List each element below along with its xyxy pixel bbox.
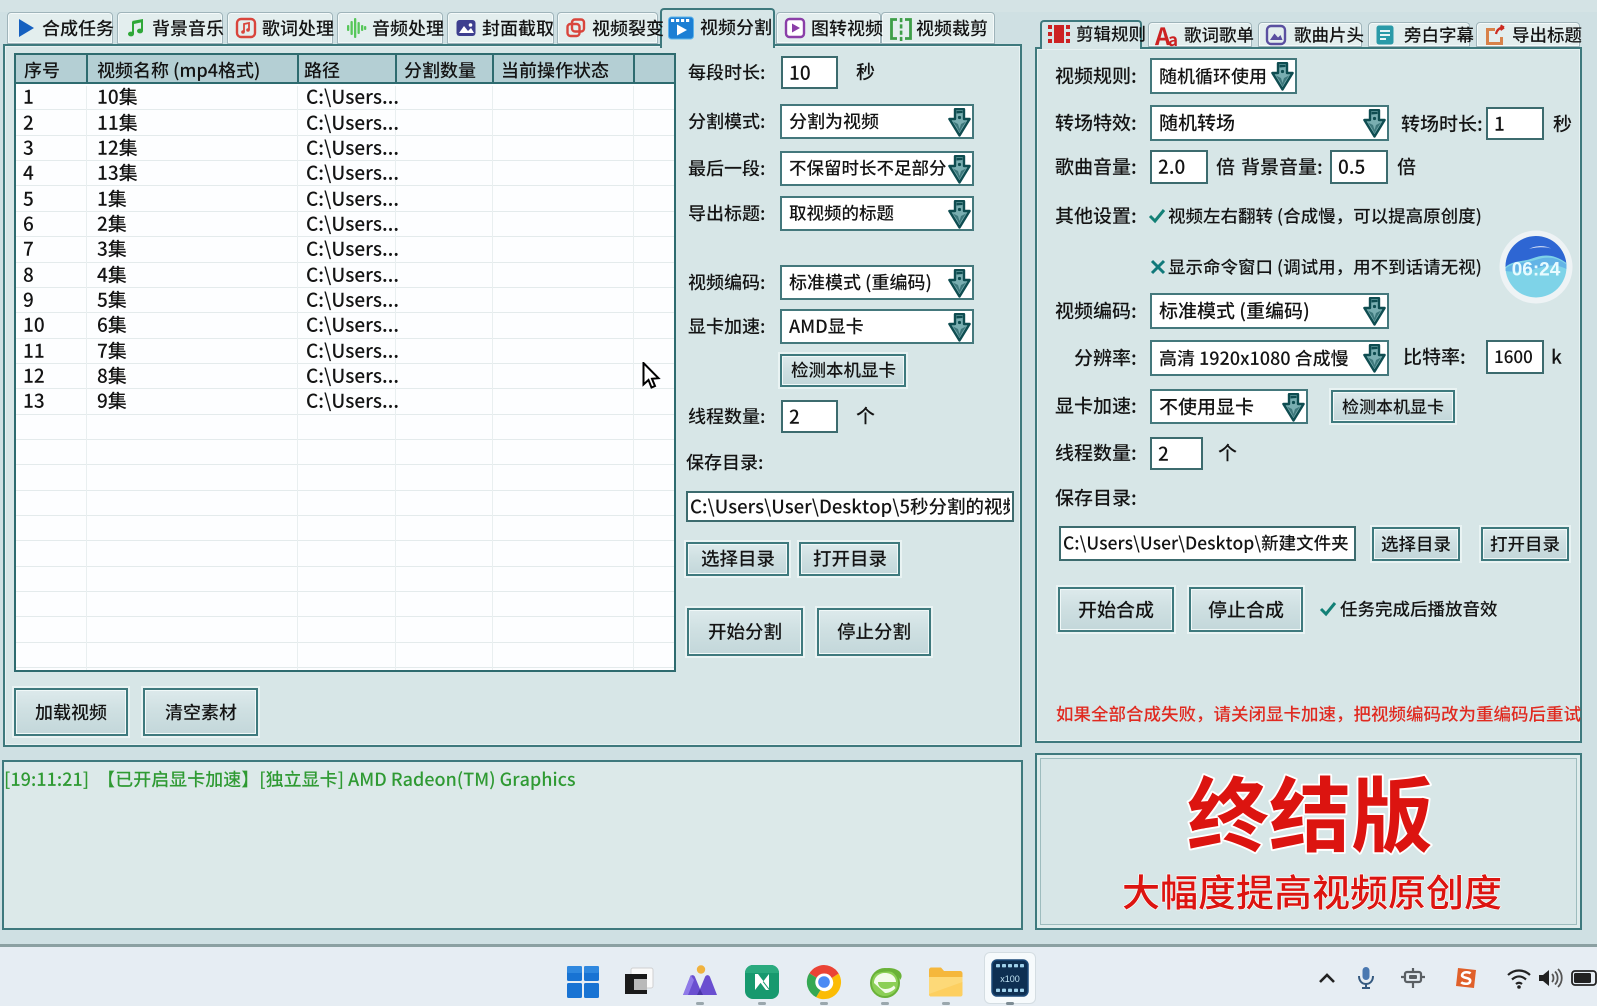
svg-text:06:24: 06:24 (1512, 260, 1561, 281)
svg-text:x100: x100 (1000, 974, 1020, 984)
